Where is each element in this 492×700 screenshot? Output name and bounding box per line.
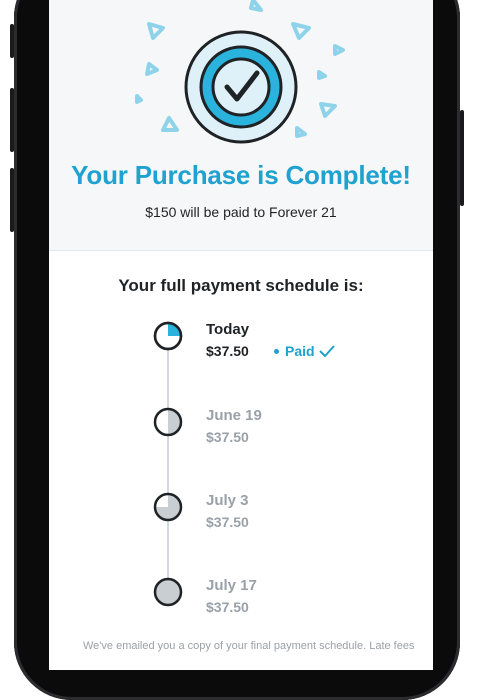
paid-status: Paid bbox=[274, 343, 335, 359]
side-button-volume-down bbox=[10, 168, 14, 232]
timeline-connector bbox=[167, 342, 169, 587]
schedule-date: Today bbox=[206, 321, 250, 338]
side-button-volume-up bbox=[10, 88, 14, 152]
schedule-amount: $37.50 bbox=[206, 429, 249, 445]
status-dot bbox=[274, 348, 279, 354]
progress-pie-icon bbox=[153, 407, 183, 437]
email-notice: We've emailed you a copy of your final p… bbox=[83, 640, 415, 652]
app-screen: Your Purchase is Complete! $150 will be … bbox=[49, 0, 433, 670]
schedule-date: July 3 bbox=[206, 492, 249, 509]
progress-pie-icon bbox=[153, 577, 183, 607]
check-icon bbox=[318, 345, 335, 357]
progress-pie-icon bbox=[153, 321, 183, 351]
paid-label: Paid bbox=[285, 343, 315, 359]
side-button-mute bbox=[10, 24, 14, 58]
side-button-power bbox=[460, 110, 464, 206]
schedule-date: June 19 bbox=[206, 407, 262, 424]
schedule-date: July 17 bbox=[206, 577, 257, 594]
schedule-amount: $37.50 bbox=[206, 514, 249, 530]
schedule-amount: $37.50 bbox=[206, 343, 249, 359]
purchase-complete-title: Your Purchase is Complete! bbox=[71, 160, 411, 190]
progress-pie-icon bbox=[153, 492, 183, 522]
schedule-title: Your full payment schedule is: bbox=[118, 276, 364, 295]
payment-summary: $150 will be paid to Forever 21 bbox=[145, 204, 337, 220]
checkmark-badge-icon bbox=[184, 30, 298, 144]
schedule-amount: $37.50 bbox=[206, 599, 249, 615]
confirmation-hero: Your Purchase is Complete! $150 will be … bbox=[49, 0, 433, 251]
